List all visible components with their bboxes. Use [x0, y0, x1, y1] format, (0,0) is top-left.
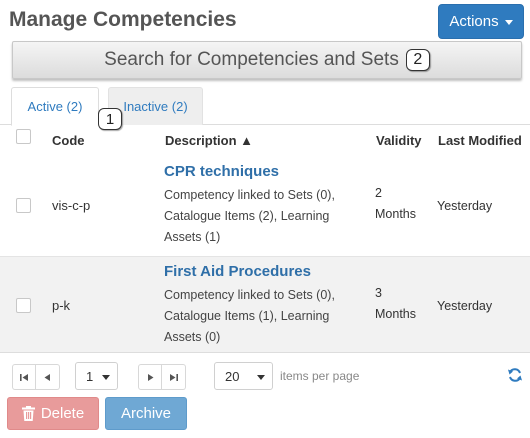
row-code: vis-c-p [52, 198, 91, 213]
refresh-icon[interactable] [507, 366, 523, 384]
search-competencies-bar[interactable]: Search for Competencies and Sets 2 [12, 41, 522, 79]
column-header-last-modified: Last Modified [438, 133, 522, 148]
row-description: CPR techniques Competency linked to Sets… [164, 162, 369, 248]
validity-unit: Months [375, 307, 416, 321]
row-last-modified: Yesterday [437, 299, 493, 313]
description-line: Catalogue Items (1), Learning [164, 309, 330, 323]
table-row: vis-c-p CPR techniques Competency linked… [0, 156, 530, 256]
current-page-value: 1 [86, 368, 94, 384]
validity-value: 2 [375, 186, 382, 200]
validity-unit: Months [375, 207, 416, 221]
page-number-select[interactable]: 1 [75, 362, 118, 390]
row-checkbox[interactable] [16, 298, 31, 313]
annotation-badge-1: 1 [98, 108, 122, 130]
status-tabs: Active (2) Inactive (2) [0, 87, 530, 126]
row-validity: 3 Months [375, 283, 416, 325]
row-code: p-k [52, 298, 71, 313]
column-header-description[interactable]: Description ▲ [165, 133, 253, 148]
table-row: p-k First Aid Procedures Competency link… [0, 256, 530, 352]
caret-down-icon [504, 20, 513, 25]
row-validity: 2 Months [375, 183, 416, 225]
page-size-select[interactable]: 20 [214, 362, 273, 390]
description-line: Assets (1) [164, 230, 221, 244]
actions-button-label: Actions [449, 13, 499, 30]
delete-button: Delete [7, 397, 99, 430]
select-all-checkbox[interactable] [16, 129, 31, 144]
column-header-validity: Validity [376, 133, 422, 148]
validity-value: 3 [375, 286, 382, 300]
page-size-value: 20 [225, 368, 240, 384]
first-page-icon[interactable] [12, 364, 36, 390]
actions-button[interactable]: Actions [438, 4, 524, 39]
row-description: First Aid Procedures Competency linked t… [164, 262, 369, 348]
competency-title-link[interactable]: First Aid Procedures [164, 262, 369, 282]
trash-icon [21, 406, 35, 421]
row-last-modified: Yesterday [437, 199, 493, 213]
row-checkbox[interactable] [16, 198, 31, 213]
chevron-down-icon [102, 375, 110, 380]
page-title: Manage Competencies [9, 8, 237, 31]
next-page-icon[interactable] [138, 364, 162, 390]
chevron-down-icon [257, 375, 265, 380]
search-bar-label: Search for Competencies and Sets [104, 49, 399, 70]
description-line: Competency linked to Sets (0), [164, 288, 335, 302]
competency-title-link[interactable]: CPR techniques [164, 162, 369, 182]
description-line: Assets (0) [164, 330, 221, 344]
prev-page-icon[interactable] [36, 364, 60, 390]
pagination-bar: 1 20 items per page [0, 352, 530, 396]
annotation-badge-2: 2 [405, 49, 430, 71]
last-page-icon[interactable] [162, 364, 186, 390]
description-line: Competency linked to Sets (0), [164, 188, 335, 202]
column-header-code: Code [52, 133, 85, 148]
tab-active[interactable]: Active (2) [11, 87, 99, 126]
archive-button-label: Archive [120, 405, 172, 422]
tab-inactive[interactable]: Inactive (2) [108, 87, 203, 125]
items-per-page-label: items per page [280, 369, 360, 383]
description-line: Catalogue Items (2), Learning [164, 209, 330, 223]
delete-button-label: Delete [40, 405, 85, 422]
archive-button[interactable]: Archive [105, 397, 187, 430]
